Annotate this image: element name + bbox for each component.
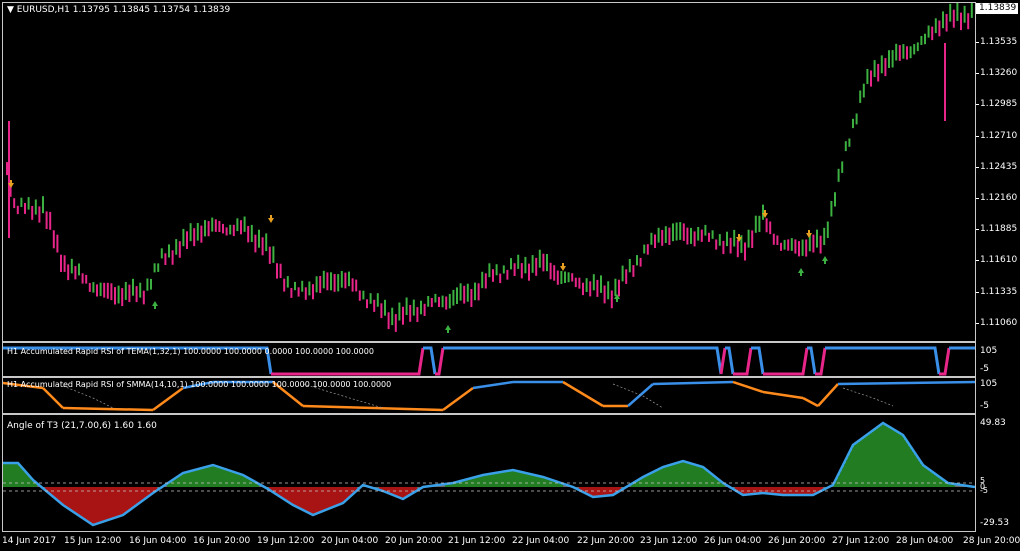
t3-angle-pane[interactable]: Angle of T3 (21,7.00,6) 1.60 1.60 [2, 414, 976, 532]
smma-rsi-segment [62, 406, 154, 412]
buy-arrow-icon [798, 268, 804, 276]
tema-rsi-segment [435, 347, 445, 376]
smma-rsi-segment [42, 387, 64, 409]
time-axis-label: 28 Jun 20:00 [963, 536, 1020, 546]
tema-level-high: 105 [980, 346, 998, 356]
tema-rsi-segment [719, 347, 727, 375]
time-axis-label: 23 Jun 12:00 [640, 536, 698, 546]
price-tick-mark [976, 104, 979, 106]
t3-level-min: -29.53 [980, 518, 1010, 528]
time-axis-label: 16 Jun 04:00 [129, 536, 187, 546]
time-axis-label: 28 Jun 04:00 [896, 536, 954, 546]
time-axis-label: 16 Jun 20:00 [193, 536, 251, 546]
tema-rsi-segment [725, 346, 735, 375]
chart-title-text: EURUSD,H1 1.13795 1.13845 1.13754 1.1383… [16, 5, 231, 15]
smma-level-high: 105 [980, 379, 998, 389]
smma-rsi-segment [562, 380, 604, 408]
price-tick-mark [976, 229, 979, 231]
time-axis-label: 22 Jun 20:00 [577, 536, 635, 546]
price-tick-label: 1.12160 [980, 193, 1018, 203]
sell-arrow-icon [806, 230, 812, 238]
smma-rsi-segment [302, 404, 444, 412]
tema-rsi-segment [763, 347, 809, 376]
smma-rsi-segment [442, 386, 474, 412]
price-bars [6, 3, 973, 333]
tema-rsi-segment [733, 347, 753, 376]
smma-axis: 105 -5 [976, 377, 1020, 414]
tema-rsi-segment [415, 347, 425, 376]
buy-arrow-icon [822, 256, 828, 264]
t3-axis: 49.83 5 0 -5 -29.53 [976, 414, 1020, 532]
smma-rsi-pane[interactable]: H1 Accumulated Rapid RSI of SMMA(14,10,1… [2, 377, 976, 414]
smma-rsi-segment [732, 380, 764, 394]
time-axis-label: 19 Jun 12:00 [257, 536, 315, 546]
t3-angle-label: Angle of T3 (21,7.00,6) 1.60 1.60 [7, 421, 157, 431]
sell-arrow-icon [560, 263, 566, 271]
tema-rsi-segment [751, 346, 765, 375]
time-axis-label: 27 Jun 12:00 [832, 536, 890, 546]
price-tick-mark [976, 322, 979, 324]
tema-rsi-pane[interactable]: H1 Accumulated Rapid RSI of TEMA(1,32,1)… [2, 342, 976, 377]
price-tick-label: 1.12985 [980, 99, 1018, 110]
price-tick-mark [976, 291, 979, 293]
smma-rsi-segment [802, 396, 819, 408]
price-axis: 1.13839 1.13535 1.13260 1.12985 1.12710 1.12… [976, 2, 1020, 342]
smma-ghost-line [842, 387, 894, 407]
time-axis-label: 20 Jun 04:00 [321, 536, 379, 546]
price-tick-label: 1.12435 [980, 161, 1018, 172]
sell-arrow-icon [268, 215, 274, 223]
price-tick-label: 1.11335 [980, 286, 1018, 297]
tema-rsi-segment [939, 347, 951, 376]
price-tick-mark [976, 73, 979, 75]
price-tick-label: 1.11885 [980, 224, 1018, 235]
tema-rsi-segment [807, 346, 817, 375]
smma-rsi-segment [472, 380, 514, 390]
time-axis-label: 14 Jun 2017 [2, 536, 57, 546]
smma-rsi-segment [152, 386, 184, 412]
tema-axis: 105 -5 [976, 342, 1020, 377]
time-axis-label: 20 Jun 20:00 [385, 536, 443, 546]
tema-rsi-segment [615, 346, 723, 375]
price-tick-label: 1.11610 [980, 255, 1018, 266]
price-tick-mark [976, 135, 979, 137]
price-tick-mark [976, 42, 979, 43]
t3-level-neg5: -5 [980, 486, 988, 495]
time-axis-label: 26 Jun 04:00 [704, 536, 762, 546]
price-tick-mark [976, 198, 979, 199]
tema-level-low: -5 [980, 364, 989, 374]
smma-rsi-segment [817, 383, 839, 407]
price-tick-label: 1.13535 [980, 37, 1018, 47]
price-tick-label: 1.12710 [980, 130, 1018, 141]
smma-ghost-line [62, 385, 114, 409]
price-tick-label: 1.13260 [980, 68, 1018, 79]
tema-rsi-segment [423, 346, 437, 375]
tema-rsi-label: H1 Accumulated Rapid RSI of TEMA(1,32,1)… [7, 347, 374, 356]
t3-angle-histogram [3, 421, 975, 527]
smma-rsi-segment [652, 380, 734, 386]
time-axis-label: 22 Jun 04:00 [512, 536, 570, 546]
buy-arrow-icon [445, 325, 451, 333]
buy-arrow-icon [152, 301, 158, 309]
price-chart-pane[interactable]: ▼ EURUSD,H1 1.13795 1.13845 1.13754 1.13… [2, 2, 976, 342]
smma-rsi-segment [837, 380, 975, 386]
price-tick-label: 1.11060 [980, 317, 1018, 328]
tema-rsi-segment [825, 346, 941, 375]
time-axis-label: 15 Jun 12:00 [64, 536, 122, 546]
smma-rsi-segment [762, 390, 804, 400]
tema-rsi-segment [815, 347, 827, 376]
chart-title: ▼ EURUSD,H1 1.13795 1.13845 1.13754 1.13… [7, 5, 231, 15]
price-tick-mark [976, 166, 979, 168]
current-price-tag: 1.13839 [976, 3, 1018, 14]
time-axis-label: 21 Jun 12:00 [448, 536, 506, 546]
price-tick-mark [976, 260, 979, 262]
smma-level-low: -5 [980, 401, 989, 411]
t3-level-max: 49.83 [980, 418, 1006, 428]
time-axis-label: 26 Jun 20:00 [768, 536, 826, 546]
time-axis: 14 Jun 2017 15 Jun 12:00 16 Jun 04:00 16 Ju… [0, 532, 1020, 551]
smma-rsi-label: H1 Accumulated Rapid RSI of SMMA(14,10,1… [7, 380, 392, 389]
t3-angle-line [3, 421, 975, 527]
